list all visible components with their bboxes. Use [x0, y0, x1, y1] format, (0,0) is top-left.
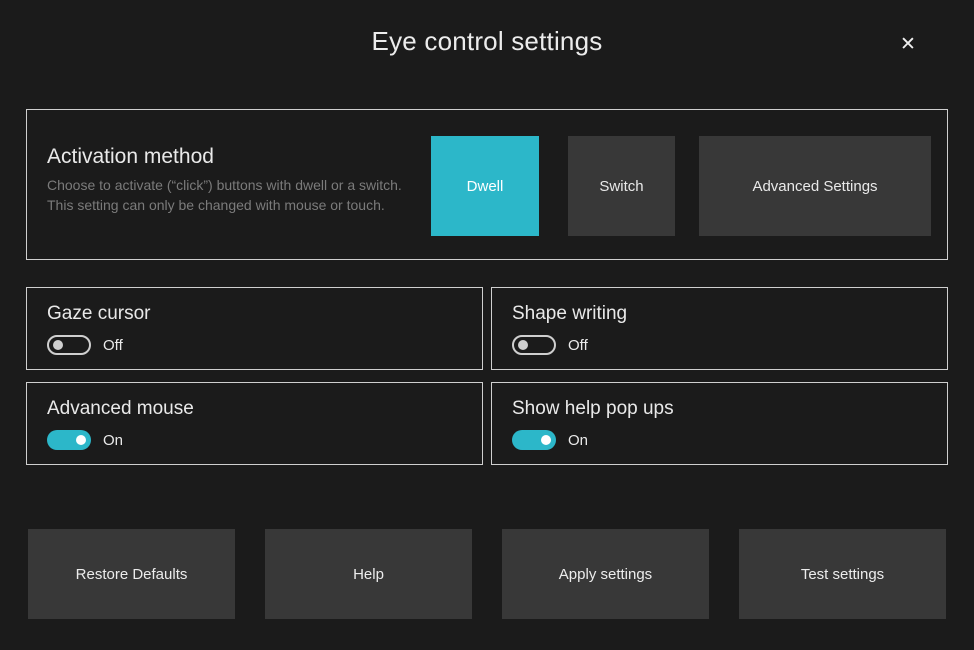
- dwell-option-button[interactable]: Dwell: [431, 136, 539, 236]
- toggle-knob: [53, 340, 63, 350]
- test-settings-button[interactable]: Test settings: [739, 529, 946, 619]
- gaze-cursor-state: Off: [103, 337, 123, 354]
- advanced-mouse-toggle[interactable]: [47, 430, 91, 450]
- show-help-popups-toggle-row: On: [512, 430, 927, 450]
- close-button[interactable]: ✕: [894, 30, 922, 58]
- activation-method-panel: Activation method Choose to activate (“c…: [26, 109, 948, 260]
- advanced-mouse-toggle-row: On: [47, 430, 462, 450]
- advanced-mouse-label: Advanced mouse: [47, 398, 462, 420]
- shape-writing-state: Off: [568, 337, 588, 354]
- help-button[interactable]: Help: [265, 529, 472, 619]
- shape-writing-label: Shape writing: [512, 303, 927, 325]
- shape-writing-toggle-row: Off: [512, 335, 927, 355]
- gaze-cursor-toggle[interactable]: [47, 335, 91, 355]
- gaze-cursor-label: Gaze cursor: [47, 303, 462, 325]
- shape-writing-toggle[interactable]: [512, 335, 556, 355]
- show-help-popups-toggle[interactable]: [512, 430, 556, 450]
- restore-defaults-button[interactable]: Restore Defaults: [28, 529, 235, 619]
- apply-settings-button[interactable]: Apply settings: [502, 529, 709, 619]
- advanced-settings-option-button[interactable]: Advanced Settings: [699, 136, 931, 236]
- activation-method-description: Choose to activate (“click”) buttons wit…: [47, 175, 407, 215]
- toggle-knob: [76, 435, 86, 445]
- toggle-knob: [518, 340, 528, 350]
- advanced-mouse-card: Advanced mouse On: [26, 382, 483, 465]
- gaze-cursor-card: Gaze cursor Off: [26, 287, 483, 370]
- toggle-knob: [541, 435, 551, 445]
- activation-method-text: Activation method Choose to activate (“c…: [47, 145, 407, 215]
- show-help-popups-card: Show help pop ups On: [491, 382, 948, 465]
- activation-method-title: Activation method: [47, 145, 407, 169]
- show-help-popups-state: On: [568, 432, 588, 449]
- page-title: Eye control settings: [0, 26, 974, 57]
- switch-option-button[interactable]: Switch: [568, 136, 675, 236]
- gaze-cursor-toggle-row: Off: [47, 335, 462, 355]
- shape-writing-card: Shape writing Off: [491, 287, 948, 370]
- eye-control-settings-dialog: Eye control settings ✕ Activation method…: [0, 0, 974, 650]
- footer-button-row: Restore Defaults Help Apply settings Tes…: [28, 529, 946, 619]
- close-icon: ✕: [900, 33, 916, 56]
- show-help-popups-label: Show help pop ups: [512, 398, 927, 420]
- advanced-mouse-state: On: [103, 432, 123, 449]
